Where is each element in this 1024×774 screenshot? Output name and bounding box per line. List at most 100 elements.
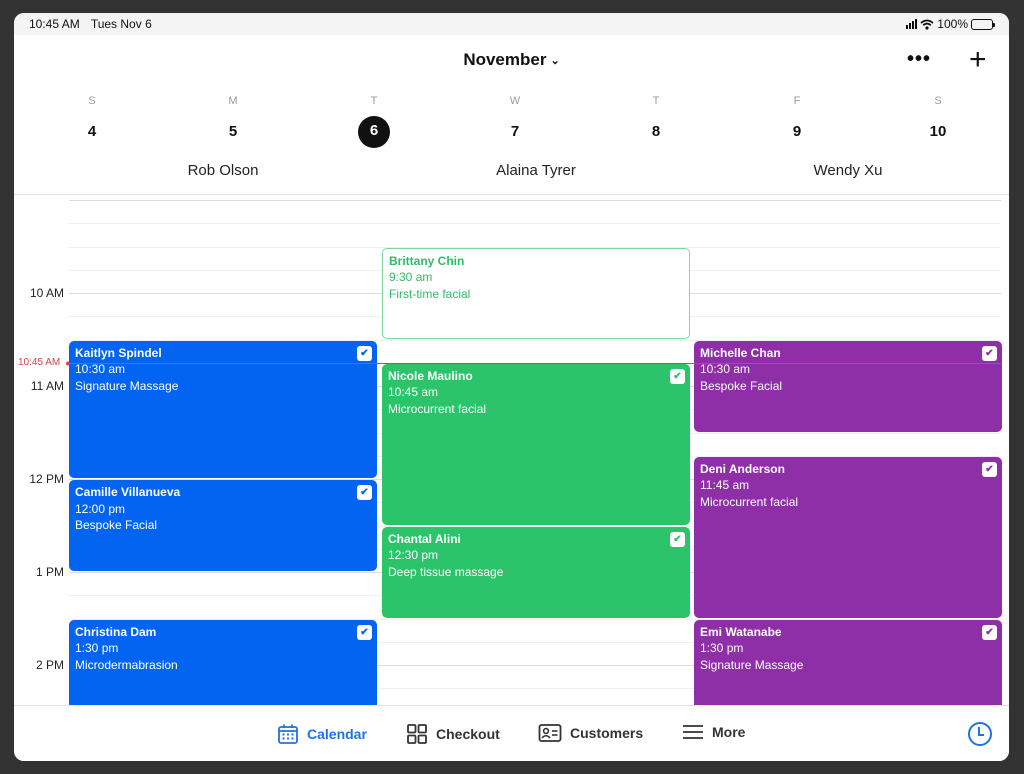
contact-card-icon [538,724,562,742]
selected-day-number: 6 [358,116,390,148]
tab-customers[interactable]: Customers [538,723,643,743]
appointment-client-name: Kaitlyn Spindel [75,345,162,360]
day-of-week-label: F [793,95,801,107]
day-number: 7 [510,123,520,140]
day-of-week-label: M [228,95,238,107]
appointment-time: 12:30 pm [388,548,439,562]
day-of-week-label: S [934,95,942,107]
staff-column-header[interactable]: Alaina Tyrer [436,162,636,179]
battery-percent: 100% [937,17,968,31]
device-frame: 10:45 AM Tues Nov 6 100% November ⌄ ••• +… [0,0,1024,774]
day-of-week-label: S [88,95,96,107]
day-number: 5 [228,123,238,140]
tab-bar: Calendar Checkout Customers More [14,705,1009,761]
appointment-service: Bespoke Facial [700,378,783,393]
appointment-client-name: Michelle Chan [700,345,781,360]
appointment-client-name: Camille Villanueva [75,485,181,499]
appointment-service: Bespoke Facial [75,518,158,532]
appointment-client-name: Christina Dam [75,624,157,639]
appointment-card[interactable]: Camille Villanueva 12:00 pm Bespoke Facial… [69,480,377,571]
appointment-time: 1:30 pm [700,641,744,655]
menu-icon [683,725,703,739]
calendar-icon [278,724,298,744]
hour-label: 10 AM [29,286,64,300]
tab-more[interactable]: More [682,723,745,741]
hour-label: 11 AM [30,379,64,393]
battery-icon [971,18,995,30]
appointment-time: 1:30 pm [75,641,119,655]
tab-calendar-label: Calendar [307,726,367,742]
appointment-card[interactable]: Nicole Maulino 10:45 am Microcurrent facia… [382,363,690,525]
month-label: November [463,50,547,69]
checkmark-icon: ✔ [357,345,372,361]
screen: 10:45 AM Tues Nov 6 100% November ⌄ ••• +… [14,13,1009,761]
grid-icon [407,724,427,744]
appointment-time: 11:45 am [700,478,750,493]
more-options-button[interactable]: ••• [907,49,931,69]
tab-checkout-label: Checkout [436,726,500,742]
appointment-time: 10:45 am [388,385,439,400]
checkmark-icon: ✔ [670,531,685,547]
appointment-card[interactable]: Christina Dam 1:30 pm Microdermabrasion ✔ [69,619,377,706]
checkmark-icon: ✔ [982,345,997,361]
hour-label: 2 PM [35,658,64,672]
current-time-dot [66,361,70,366]
wifi-icon [920,19,934,30]
hour-label: 1 PM [35,565,64,579]
appointment-client-name: Nicole Maulino [388,368,473,383]
current-time-label: 10:45 AM [18,356,61,368]
month-selector[interactable]: November ⌄ [14,50,1009,70]
checkmark-icon: ✔ [982,461,997,477]
day-number: 9 [792,123,802,140]
status-bar: 10:45 AM Tues Nov 6 100% [14,13,1009,35]
day-of-week-label: W [509,95,521,107]
appointment-service: Deep tissue massage [388,564,504,579]
status-time: 10:45 AM [29,17,80,31]
quarter-gridline [69,223,1001,224]
hour-label: 12 PM [29,472,64,486]
tab-customers-label: Customers [570,725,644,741]
appointment-card[interactable]: Chantal Alini 12:30 pm Deep tissue massage… [382,526,690,618]
appointment-service: Signature Massage [700,657,804,672]
appointment-client-name: Deni Anderson [700,461,785,476]
tab-calendar[interactable]: Calendar [277,723,367,745]
tab-more-label: More [712,724,746,740]
appointment-service: Microcurrent facial [388,401,487,416]
chevron-down-icon: ⌄ [550,55,560,67]
appointment-card[interactable]: Deni Anderson 11:45 am Microcurrent facial… [694,456,1002,618]
appointment-service: Microdermabrasion [75,657,178,672]
status-date: Tues Nov 6 [90,17,152,31]
checkmark-icon: ✔ [670,368,685,384]
appointment-card[interactable]: Kaitlyn Spindel 10:30 am Signature Massage… [69,340,377,478]
appointment-service: First-time facial [389,286,471,301]
appointment-time: 12:00 pm [75,501,126,516]
appointment-client-name: Brittany Chin [389,253,465,268]
appointment-client-name: Chantal Alini [388,531,461,546]
checkmark-icon: ✔ [982,624,997,640]
appointment-service: Signature Massage [75,378,179,393]
appointment-card[interactable]: Brittany Chin 9:30 am First-time facial [382,247,690,339]
current-time-line [69,362,1001,364]
day-number: 8 [651,123,661,140]
checkmark-icon: ✔ [357,485,372,500]
appointment-time: 9:30 am [389,270,433,284]
clock-button[interactable] [967,721,993,752]
checkmark-icon: ✔ [357,624,372,640]
cellular-signal-icon [906,19,918,29]
day-of-week-label: T [370,95,378,107]
day-number: 4 [87,123,97,140]
clock-icon [968,722,992,746]
day-of-week-label: T [652,95,660,107]
day-schedule-grid[interactable]: 10 AM 11 AM 12 PM 1 PM 2 PM Kaitlyn Spindel 10… [14,196,1009,706]
staff-column-header[interactable]: Wendy Xu [748,162,948,179]
appointment-card[interactable]: Emi Watanabe 1:30 pm Signature Massage ✔ [694,619,1002,706]
day-number: 10 [929,123,947,140]
tab-checkout[interactable]: Checkout [406,723,500,745]
staff-column-header[interactable]: Rob Olson [123,162,323,179]
add-appointment-button[interactable]: + [969,45,987,75]
appointment-client-name: Emi Watanabe [700,624,782,639]
appointment-card[interactable]: Michelle Chan 10:30 am Bespoke Facial ✔ [694,340,1002,432]
appointment-service: Microcurrent facial [700,494,799,509]
hour-gridline [69,200,1001,201]
calendar-header: November ⌄ ••• + S 4 M 5 T 6 W 7 T 8 F 9 S 10 Rob Olso… [14,35,1009,195]
